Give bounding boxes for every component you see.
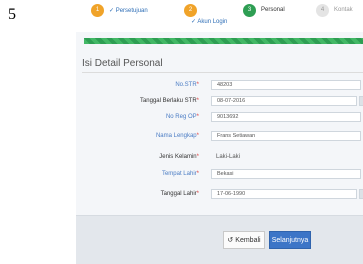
tanggal-berlaku-str-label-text: Tanggal Berlaku STR	[139, 98, 197, 104]
nama-lengkap-input[interactable]: Frans Setiawan	[211, 131, 361, 141]
registration-form-window: 1 ✓ Persetujuan 2 ✓ Akun Login 3 Persona…	[76, 0, 363, 264]
wizard-steps: 1 ✓ Persetujuan 2 ✓ Akun Login 3 Persona…	[76, 0, 363, 32]
field-row-no-reg-op: No Reg OP* 9013692	[76, 112, 363, 122]
step-4-circle: 4	[316, 3, 329, 17]
tanggal-lahir-label-text: Tanggal Lahir	[160, 191, 197, 197]
no-str-label-text: No.STR	[175, 82, 197, 88]
step-akun-login[interactable]: 2	[184, 3, 197, 17]
required-mark: *	[196, 171, 199, 177]
step-2-label: ✓ Akun Login	[191, 19, 228, 25]
field-row-tanggal-lahir: Tanggal Lahir* 17-06-1990	[76, 189, 363, 199]
back-button-label: Kembali	[235, 236, 261, 244]
required-mark: *	[196, 154, 199, 160]
page-number: 5	[8, 6, 16, 23]
required-mark: *	[196, 191, 199, 197]
title-divider	[82, 72, 363, 73]
form-footer: ↺ Kembali Selanjutnya	[76, 215, 363, 264]
step-3-circle: 3	[243, 3, 256, 17]
calendar-icon[interactable]	[359, 96, 363, 106]
no-reg-op-label: No Reg OP*	[166, 112, 199, 122]
next-button[interactable]: Selanjutnya	[269, 231, 311, 249]
tanggal-berlaku-str-label: Tanggal Berlaku STR*	[140, 96, 199, 106]
no-str-label: No.STR*	[175, 80, 199, 90]
field-row-jenis-kelamin: Jenis Kelamin* Laki-Laki	[76, 152, 363, 162]
field-row-nama-lengkap: Nama Lengkap* Frans Setiawan	[76, 131, 363, 141]
jenis-kelamin-label: Jenis Kelamin*	[159, 152, 199, 162]
step-personal[interactable]: 3 Personal	[243, 3, 285, 17]
calendar-icon[interactable]	[359, 189, 363, 199]
tempat-lahir-label-text: Tempat Lahir	[161, 171, 197, 177]
jenis-kelamin-value: Laki-Laki	[216, 154, 241, 160]
progress-bar	[84, 38, 363, 44]
tanggal-lahir-label: Tanggal Lahir*	[161, 189, 199, 199]
back-arrow-icon: ↺	[227, 237, 234, 244]
required-mark: *	[196, 98, 199, 104]
required-mark: *	[196, 133, 199, 139]
step-1-circle: 1	[91, 3, 104, 17]
nama-lengkap-label: Nama Lengkap*	[156, 131, 199, 141]
jenis-kelamin-label-text: Jenis Kelamin	[159, 154, 197, 160]
step-kontak[interactable]: 4 Kontak	[316, 3, 353, 17]
required-mark: *	[196, 82, 199, 88]
no-reg-op-input[interactable]: 9013692	[211, 112, 361, 122]
field-row-tanggal-berlaku-str: Tanggal Berlaku STR* 08-07-2016	[76, 96, 363, 106]
step-3-label: Personal	[261, 7, 285, 13]
tempat-lahir-input[interactable]: Bekasi	[211, 169, 361, 179]
tanggal-lahir-input[interactable]: 17-06-1990	[211, 189, 357, 199]
back-button[interactable]: ↺ Kembali	[223, 231, 265, 249]
tempat-lahir-label: Tempat Lahir*	[162, 169, 199, 179]
field-row-tempat-lahir: Tempat Lahir* Bekasi	[76, 169, 363, 179]
form-title: Isi Detail Personal	[82, 58, 163, 69]
step-4-label: Kontak	[334, 7, 353, 13]
required-mark: *	[196, 114, 199, 120]
tanggal-berlaku-str-input[interactable]: 08-07-2016	[211, 96, 357, 106]
progress-fill	[84, 38, 363, 44]
step-persetujuan[interactable]: 1 ✓ Persetujuan	[91, 3, 148, 17]
step-2-circle: 2	[184, 3, 197, 17]
no-reg-op-label-text: No Reg OP	[165, 114, 197, 120]
step-1-label: ✓ Persetujuan	[109, 7, 148, 14]
field-row-no-str: No.STR* 48203	[76, 80, 363, 90]
no-str-input[interactable]: 48203	[211, 80, 361, 90]
nama-lengkap-label-text: Nama Lengkap	[155, 133, 197, 139]
